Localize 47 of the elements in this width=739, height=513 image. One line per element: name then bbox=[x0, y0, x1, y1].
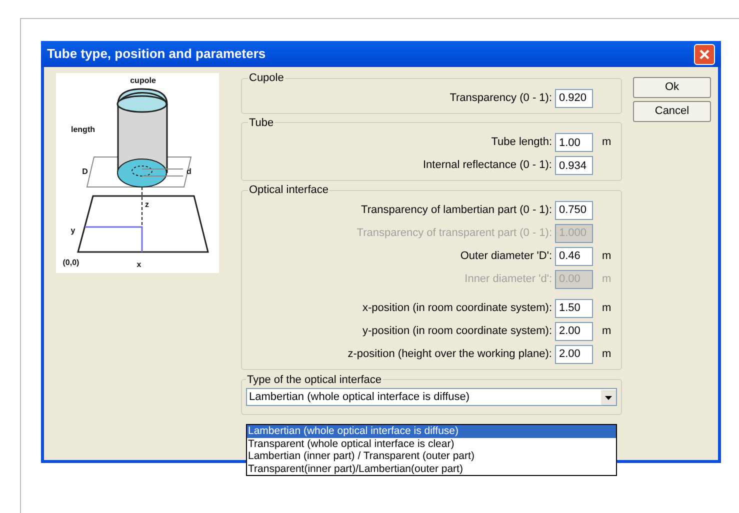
number-field[interactable]: 0.934 bbox=[555, 156, 593, 175]
unit-label: m bbox=[602, 136, 612, 148]
diagram-label: D bbox=[82, 167, 88, 176]
field-label: Transparency (0 - 1): bbox=[450, 90, 552, 106]
number-field[interactable]: 1.00 bbox=[555, 133, 593, 152]
field-label: z-position (height over the working plane): bbox=[348, 346, 552, 362]
field-label: Transparency of transparent part (0 - 1): bbox=[356, 226, 552, 241]
diagram-label: x bbox=[136, 260, 142, 269]
close-icon bbox=[699, 48, 710, 60]
close-button[interactable] bbox=[694, 44, 715, 64]
window-title: Tube type, position and parameters bbox=[47, 45, 266, 64]
diagram-label: d bbox=[186, 167, 192, 176]
field-label: Outer diameter 'D': bbox=[460, 248, 552, 264]
field-label: Tube length: bbox=[491, 135, 552, 150]
diagram-label: z bbox=[145, 200, 149, 209]
field-label: Inner diameter 'd': bbox=[464, 272, 552, 287]
unit-label: m bbox=[602, 272, 612, 285]
field-label: x-position (in room coordinate system): bbox=[362, 300, 552, 316]
number-field[interactable]: 0.46 bbox=[555, 246, 593, 266]
dropdown-option[interactable]: Lambertian (whole optical interface is diffuse) bbox=[247, 425, 616, 438]
diagram-label: (0,0) bbox=[62, 258, 80, 267]
diagram-label: y bbox=[70, 226, 76, 235]
group-title: Cupole bbox=[248, 71, 285, 86]
unit-label: m bbox=[602, 250, 612, 262]
field-label: Transparency of lambertian part (0 - 1): bbox=[361, 202, 552, 218]
dropdown-option[interactable]: Transparent (whole optical interface is clear) bbox=[247, 438, 616, 450]
number-field[interactable]: 0.920 bbox=[555, 88, 593, 108]
number-field[interactable]: 0.750 bbox=[555, 200, 593, 220]
interface-type-dropdown[interactable]: Lambertian (whole optical interface is diffuse) bbox=[246, 388, 617, 406]
number-field[interactable]: 1.50 bbox=[555, 298, 593, 318]
unit-label: m bbox=[602, 302, 612, 314]
group-title: Optical interface bbox=[248, 183, 330, 198]
group-title: Tube bbox=[248, 116, 275, 130]
dialog-button[interactable]: Ok bbox=[633, 77, 711, 98]
group-title: Type of the optical interface bbox=[246, 372, 383, 388]
field-label: Internal reflectance (0 - 1): bbox=[422, 158, 552, 174]
diagram-label: cupole bbox=[130, 76, 156, 85]
caret-icon bbox=[601, 390, 616, 404]
number-field[interactable]: 2.00 bbox=[555, 344, 593, 364]
unit-label: m bbox=[602, 348, 612, 360]
dialog-button[interactable]: Cancel bbox=[633, 101, 711, 122]
dropdown-option[interactable]: Transparent(inner part)/Lambertian(outer part) bbox=[247, 462, 616, 475]
number-field[interactable]: 2.00 bbox=[555, 322, 593, 340]
dropdown-option[interactable]: Lambertian (inner part) / Transparent (outer part) bbox=[247, 450, 616, 462]
diagram-label: length bbox=[71, 125, 95, 134]
unit-label: m bbox=[602, 324, 612, 337]
field-label: y-position (in room coordinate system): bbox=[362, 324, 552, 339]
